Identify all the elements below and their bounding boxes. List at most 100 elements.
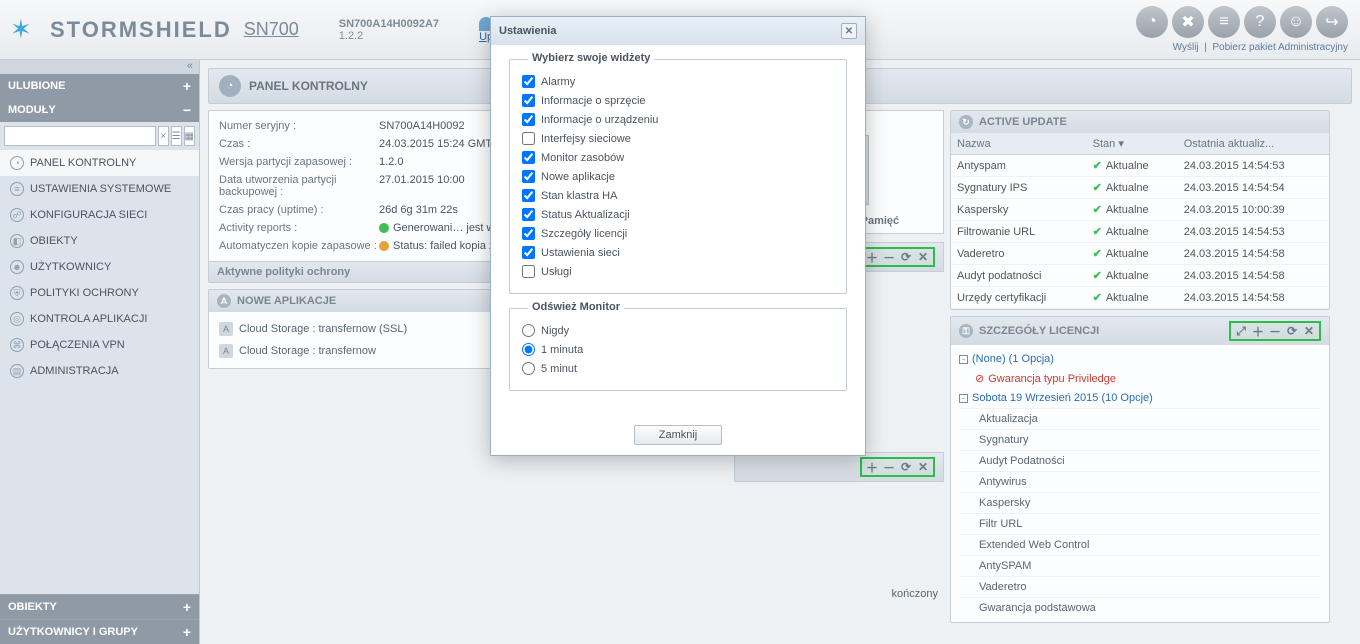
- widget-head-active-update: ↻ACTIVE UPDATE: [951, 111, 1329, 133]
- refresh-icon[interactable]: ⟳: [1285, 324, 1299, 338]
- sidebar-item-dashboard[interactable]: ◔PANEL KONTROLNY: [0, 150, 199, 176]
- sidebar-section-favorites[interactable]: ULUBIONE +: [0, 74, 199, 98]
- checkbox-input[interactable]: [522, 189, 535, 202]
- account-icon[interactable]: ☺: [1280, 6, 1312, 38]
- sidebar-section-users-groups[interactable]: UŻYTKOWNICY I GRUPY +: [0, 619, 199, 644]
- checkbox-input[interactable]: [522, 246, 535, 259]
- stats-icon[interactable]: ≡: [1208, 6, 1240, 38]
- refresh-icon[interactable]: ⟳: [899, 250, 913, 264]
- close-icon[interactable]: ✕: [916, 250, 930, 264]
- table-row[interactable]: Audyt podatności✔Aktualne24.03.2015 14:5…: [951, 265, 1329, 287]
- status-dot-icon: [379, 241, 389, 251]
- plus-icon[interactable]: +: [183, 78, 191, 94]
- add-icon[interactable]: ＋: [1251, 324, 1265, 338]
- tools-icon[interactable]: ✖: [1172, 6, 1204, 38]
- checkbox-input[interactable]: [522, 227, 535, 240]
- radio-input[interactable]: [522, 343, 535, 356]
- checkbox-row[interactable]: Usługi: [522, 262, 834, 281]
- sidebar-item-network[interactable]: ☍KONFIGURACJA SIECI: [0, 202, 199, 228]
- remove-icon[interactable]: －: [882, 250, 896, 264]
- checkbox-row[interactable]: Informacje o sprzęcie: [522, 91, 834, 110]
- app-icon: ◎: [10, 312, 24, 326]
- checkbox-input[interactable]: [522, 151, 535, 164]
- checkbox-input[interactable]: [522, 265, 535, 278]
- license-group-1[interactable]: -(None) (1 Opcja): [959, 349, 1321, 369]
- cell-name: Kaspersky: [951, 199, 1087, 221]
- sidebar-section-objects-bottom[interactable]: OBIEKTY +: [0, 594, 199, 619]
- license-item: Gwarancja podstawowa: [959, 597, 1321, 618]
- checkbox-input[interactable]: [522, 113, 535, 126]
- close-icon[interactable]: ✕: [1302, 324, 1316, 338]
- checkbox-input[interactable]: [522, 94, 535, 107]
- table-row[interactable]: Sygnatury IPS✔Aktualne24.03.2015 14:54:5…: [951, 177, 1329, 199]
- col-last[interactable]: Ostatnia aktualiz...: [1178, 133, 1329, 155]
- dialog-header[interactable]: Ustawienia ✕: [491, 17, 865, 45]
- radio-input[interactable]: [522, 362, 535, 375]
- col-name[interactable]: Nazwa: [951, 133, 1087, 155]
- checkbox-input[interactable]: [522, 170, 535, 183]
- checkbox-input[interactable]: [522, 75, 535, 88]
- radio-row[interactable]: 5 minut: [522, 359, 834, 378]
- table-row[interactable]: Vaderetro✔Aktualne24.03.2015 14:54:58: [951, 243, 1329, 265]
- add-icon[interactable]: ＋: [865, 250, 879, 264]
- close-button[interactable]: Zamknij: [634, 425, 723, 445]
- checkbox-label: Nowe aplikacje: [541, 171, 615, 183]
- sidebar-item-admin[interactable]: ▤ADMINISTRACJA: [0, 358, 199, 384]
- shrink-icon[interactable]: ⤢: [1234, 324, 1248, 338]
- add-icon[interactable]: ＋: [865, 460, 879, 474]
- view-grid-icon[interactable]: ▦: [184, 126, 195, 146]
- clear-search-icon[interactable]: ×: [158, 126, 169, 146]
- checkbox-row[interactable]: Status Aktualizacji: [522, 205, 834, 224]
- checkbox-row[interactable]: Alarmy: [522, 72, 834, 91]
- close-icon[interactable]: ✕: [916, 460, 930, 474]
- remove-icon[interactable]: －: [882, 460, 896, 474]
- refresh-icon[interactable]: ⟳: [899, 460, 913, 474]
- remove-icon[interactable]: －: [1268, 324, 1282, 338]
- plus-icon[interactable]: +: [183, 599, 191, 615]
- sidebar-item-system[interactable]: ≡USTAWIENIA SYSTEMOWE: [0, 176, 199, 202]
- minus-icon[interactable]: −: [183, 102, 191, 118]
- sidebar-item-label: UŻYTKOWNICY: [30, 261, 111, 273]
- send-link[interactable]: Wyślij: [1173, 42, 1199, 53]
- model-link[interactable]: SN700: [244, 19, 299, 40]
- radio-input[interactable]: [522, 324, 535, 337]
- checkbox-row[interactable]: Ustawienia sieci: [522, 243, 834, 262]
- dialog-close-icon[interactable]: ✕: [841, 23, 857, 39]
- table-row[interactable]: Urzędy certyfikacji✔Aktualne24.03.2015 1…: [951, 287, 1329, 309]
- view-list-icon[interactable]: ☰: [171, 126, 182, 146]
- radio-row[interactable]: 1 minuta: [522, 340, 834, 359]
- license-group-2[interactable]: -Sobota 19 Wrzesień 2015 (10 Opcje): [959, 388, 1321, 408]
- license-item: Extended Web Control: [959, 534, 1321, 555]
- sidebar-item-users[interactable]: ☻UŻYTKOWNICY: [0, 254, 199, 280]
- radio-row[interactable]: Nigdy: [522, 321, 834, 340]
- checkbox-row[interactable]: Stan klastra HA: [522, 186, 834, 205]
- table-row[interactable]: Kaspersky✔Aktualne24.03.2015 10:00:39: [951, 199, 1329, 221]
- sidebar-item-vpn[interactable]: ⌘POŁĄCZENIA VPN: [0, 332, 199, 358]
- checkbox-row[interactable]: Nowe aplikacje: [522, 167, 834, 186]
- sidebar-item-policies[interactable]: ⛨POLITYKI OCHRONY: [0, 280, 199, 306]
- sidebar-search: × ☰ ▦: [0, 122, 199, 150]
- checkbox-input[interactable]: [522, 208, 535, 221]
- sidebar-search-input[interactable]: [4, 126, 156, 146]
- table-row[interactable]: Antyspam✔Aktualne24.03.2015 14:54:53: [951, 155, 1329, 177]
- checkbox-row[interactable]: Informacje o urządzeniu: [522, 110, 834, 129]
- sidebar-collapse-icon[interactable]: «: [0, 60, 199, 74]
- dashboard-icon[interactable]: ◔: [1136, 6, 1168, 38]
- checkbox-row[interactable]: Szczegóły licencji: [522, 224, 834, 243]
- kv-key: Wersja partycji zapasowej :: [219, 156, 379, 168]
- col-state[interactable]: Stan ▾: [1087, 133, 1178, 155]
- download-admin-link[interactable]: Pobierz pakiet Administracyjny: [1212, 42, 1348, 53]
- sidebar-item-appcontrol[interactable]: ◎KONTROLA APLIKACJI: [0, 306, 199, 332]
- checkbox-input[interactable]: [522, 132, 535, 145]
- checkbox-row[interactable]: Monitor zasobów: [522, 148, 834, 167]
- help-icon[interactable]: ?: [1244, 6, 1276, 38]
- checkbox-row[interactable]: Interfejsy sieciowe: [522, 129, 834, 148]
- table-row[interactable]: Filtrowanie URL✔Aktualne24.03.2015 14:54…: [951, 221, 1329, 243]
- sidebar-item-objects[interactable]: ◧OBIEKTY: [0, 228, 199, 254]
- radio-label: 5 minut: [541, 363, 577, 375]
- plus-icon[interactable]: +: [183, 624, 191, 640]
- license-item: Kaspersky: [959, 492, 1321, 513]
- logout-icon[interactable]: ↪: [1316, 6, 1348, 38]
- sidebar-section-modules[interactable]: MODUŁY −: [0, 98, 199, 122]
- firmware-version: 1.2.2: [339, 30, 439, 42]
